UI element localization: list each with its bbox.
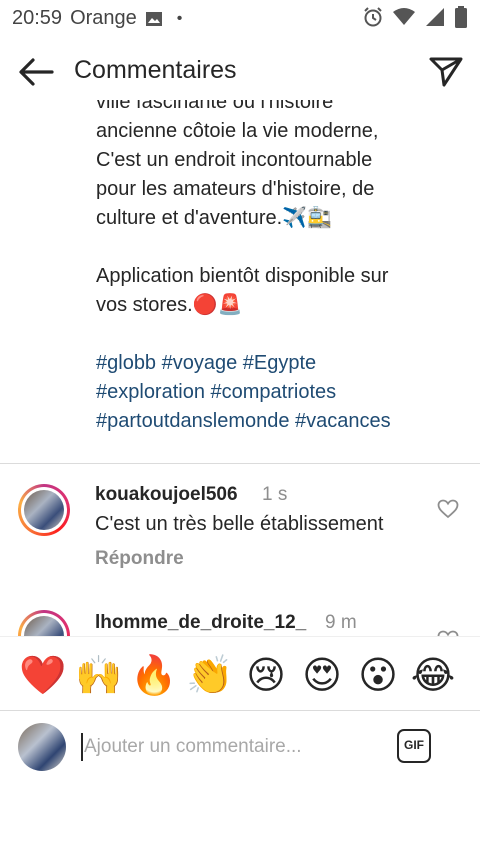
caption-line [96, 233, 456, 262]
emoji-crying-face[interactable]: 😢 [242, 651, 290, 699]
heart-like-icon[interactable] [437, 499, 459, 519]
back-arrow-icon[interactable] [16, 56, 56, 88]
status-bar: 20:59 Orange • [0, 0, 480, 36]
comment-username[interactable]: kouakoujoel506 [95, 484, 238, 506]
comment-composer: GIF [0, 710, 480, 785]
emoji-raising-hands[interactable]: 🙌 [75, 651, 123, 699]
emoji-tears-of-joy[interactable]: 😂 [409, 651, 457, 699]
avatar[interactable] [18, 484, 70, 536]
direct-message-icon[interactable] [428, 54, 464, 90]
caption-line: vos stores.🔴🚨 [96, 294, 243, 316]
emoji-red-heart[interactable]: ❤️ [19, 651, 67, 699]
emoji-fire[interactable]: 🔥 [130, 651, 178, 699]
caption-line [96, 320, 456, 349]
caption-line: C'est un endroit incontournable [96, 149, 373, 171]
current-user-avatar [18, 723, 66, 771]
emoji-heart-eyes[interactable]: 😍 [298, 651, 346, 699]
avatar-image [24, 490, 64, 530]
caption-hashtags[interactable]: #globb #voyage #Egypte [96, 349, 456, 378]
comment-item: lhomme_de_droite_12_ 9 m [0, 600, 480, 636]
alarm-icon [364, 7, 382, 27]
caption-hashtags[interactable]: #partoutdanslemonde #vacances [96, 407, 456, 436]
comment-timestamp: 9 m [325, 612, 357, 633]
comment-input[interactable] [84, 731, 374, 763]
emoji-open-mouth[interactable]: 😮 [354, 651, 402, 699]
caption-line: Application bientôt disponible sur [96, 265, 389, 287]
page-title: Commentaires [74, 56, 237, 84]
quick-reactions-bar: ❤️ 🙌 🔥 👏 😢 😍 😮 😂 [0, 636, 480, 711]
reply-button[interactable]: Répondre [95, 548, 184, 570]
caption-line: pour les amateurs d'histoire, de [96, 178, 375, 200]
status-time: 20:59 [12, 7, 63, 29]
post-caption: ville fascinante où l'histoire ancienne … [96, 88, 456, 436]
status-more-dot: • [176, 9, 183, 27]
text-caret [81, 733, 83, 761]
caption-line: culture et d'aventure.✈️🚉 [96, 207, 332, 229]
status-carrier: Orange [70, 7, 137, 29]
gallery-notification-icon [145, 11, 162, 26]
comment-timestamp: 1 s [262, 484, 288, 505]
comment-text: C'est un très belle établissement [95, 513, 384, 535]
battery-icon [455, 6, 467, 28]
caption-divider [0, 463, 480, 464]
comment-username[interactable]: lhomme_de_droite_12_ [95, 612, 306, 634]
gif-button[interactable]: GIF [397, 729, 431, 763]
cell-signal-icon [426, 8, 444, 26]
caption-hashtags[interactable]: #exploration #compatriotes [96, 378, 456, 407]
wifi-icon [393, 8, 415, 25]
app-bar-overlay: Commentaires [0, 40, 480, 104]
caption-line: ancienne côtoie la vie moderne, [96, 120, 379, 142]
avatar[interactable] [18, 610, 70, 636]
emoji-clapping-hands[interactable]: 👏 [186, 651, 234, 699]
